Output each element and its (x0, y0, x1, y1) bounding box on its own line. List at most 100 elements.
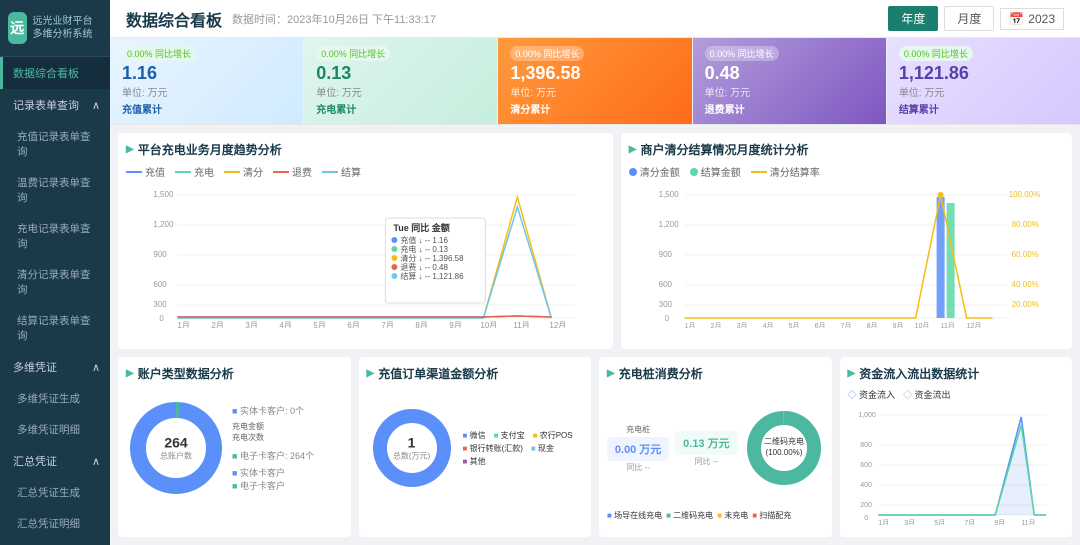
svg-text:4月: 4月 (762, 322, 773, 328)
svg-text:8月: 8月 (415, 321, 427, 328)
calendar-icon: 📅 (1009, 12, 1024, 26)
sidebar-app-title: 远光业财平台多维分析系统 (33, 15, 102, 41)
sidebar-item-records[interactable]: 记录表单查询 ∧ (0, 89, 110, 121)
stat-label-electric: 充电累计 (316, 101, 485, 116)
svg-text:1,200: 1,200 (153, 220, 174, 229)
chart4-center-value: 1 (393, 435, 430, 451)
chart1-legend: 充值 充电 清分 退费 结算 (126, 164, 605, 179)
chart-fund-flow: 资金流入流出数据统计 ◇ 资金流入 ◇ 资金流出 1,000 800 600 4… (840, 357, 1073, 537)
svg-text:1,000: 1,000 (858, 412, 876, 419)
sidebar-item-manage[interactable]: 管理明细表 ∨ (0, 539, 110, 545)
svg-text:600: 600 (153, 280, 167, 289)
svg-text:7月: 7月 (964, 519, 975, 525)
svg-text:60.00%: 60.00% (1011, 250, 1038, 259)
page-title: 数据综合看板 (126, 7, 222, 31)
svg-text:4月: 4月 (279, 321, 291, 328)
sidebar-item-summary-detail[interactable]: 汇总凭证明细 (0, 508, 110, 539)
svg-text:800: 800 (860, 442, 872, 449)
chart6-svg: 1,000 800 600 400 200 0 1月 3月 5月 (848, 405, 1065, 525)
svg-text:12月: 12月 (549, 321, 566, 328)
svg-text:5月: 5月 (313, 321, 325, 328)
stat-badge-electric: 0.00% 同比增长 (316, 46, 390, 61)
stat-unit-clear: 单位: 万元 (510, 84, 679, 99)
sidebar-item-voucher-gen[interactable]: 多维凭证生成 (0, 383, 110, 414)
chart3-title: 账户类型数据分析 (126, 365, 343, 382)
stat-refund: 0.00% 同比增长 0.48 单位: 万元 退费累计 (693, 38, 887, 124)
svg-text:6月: 6月 (347, 321, 359, 328)
chart3-center-value: 264 (160, 435, 192, 451)
sidebar-item-settle-records[interactable]: 结算记录表单查询 (0, 305, 110, 351)
sidebar-logo: 远 远光业财平台多维分析系统 (0, 0, 110, 57)
sidebar-item-recharge-records[interactable]: 充值记录表单查询 (0, 121, 110, 167)
sidebar-item-summary[interactable]: 汇总凭证 ∧ (0, 445, 110, 477)
sidebar-item-charge-records[interactable]: 充电记录表单查询 (0, 213, 110, 259)
svg-text:7月: 7月 (840, 322, 851, 328)
stat-badge-refund: 0.00% 同比增长 (705, 46, 779, 61)
sidebar-item-summary-gen[interactable]: 汇总凭证生成 (0, 477, 110, 508)
stat-settle: 0.00% 同比增长 1,121.86 单位: 万元 结算累计 (887, 38, 1080, 124)
header-subtitle: 数据时间：2023年10月26日 下午11:33:17 (232, 11, 436, 27)
tab-month[interactable]: 月度 (944, 6, 994, 31)
svg-text:1,200: 1,200 (658, 220, 679, 229)
sidebar-item-clear-records[interactable]: 清分记录表单查询 (0, 259, 110, 305)
svg-text:退费 ↓ -- 0.48: 退费 ↓ -- 0.48 (400, 262, 448, 272)
stat-electric: 0.00% 同比增长 0.13 单位: 万元 充电累计 (304, 38, 498, 124)
sidebar-item-dashboard[interactable]: 数据综合看板 (0, 57, 110, 89)
chart2-svg: 1,500 1,200 900 600 300 0 100.00% 80.00%… (629, 183, 1064, 328)
sidebar-item-voucher[interactable]: 多维凭证 ∧ (0, 351, 110, 383)
svg-text:9月: 9月 (994, 519, 1005, 525)
year-selector[interactable]: 📅 2023 (1000, 8, 1064, 30)
svg-text:2月: 2月 (211, 321, 223, 328)
svg-text:7月: 7月 (381, 321, 393, 328)
svg-text:900: 900 (658, 250, 672, 259)
svg-text:600: 600 (860, 462, 872, 469)
svg-text:900: 900 (153, 250, 167, 259)
svg-text:300: 300 (658, 300, 672, 309)
svg-text:20.00%: 20.00% (1011, 300, 1038, 309)
svg-text:11月: 11月 (513, 321, 529, 328)
stat-value-refund: 0.48 (705, 63, 874, 84)
svg-text:0: 0 (864, 515, 868, 522)
stat-badge-clear: 0.00% 同比增长 (510, 46, 584, 61)
charts-top-row: 平台充电业务月度趋势分析 充值 充电 清分 退费 结算 1,500 1,200 … (118, 133, 1072, 349)
stat-label-clear: 清分累计 (510, 101, 679, 116)
svg-text:100.00%: 100.00% (1008, 190, 1040, 199)
svg-text:9月: 9月 (892, 322, 903, 328)
chart2-title: 商户清分结算情况月度统计分析 (629, 141, 1064, 158)
stat-label-settle: 结算累计 (899, 101, 1068, 116)
svg-text:12月: 12月 (966, 322, 981, 328)
svg-text:10月: 10月 (914, 322, 929, 328)
header: 数据综合看板 数据时间：2023年10月26日 下午11:33:17 年度 月度… (110, 0, 1080, 38)
chart-account-type: 账户类型数据分析 264 总账户数 (118, 357, 351, 537)
svg-text:1月: 1月 (878, 519, 889, 525)
stat-value-clear: 1,396.58 (510, 63, 679, 84)
stat-recharge: 0.00% 同比增长 1.16 单位: 万元 充值累计 (110, 38, 304, 124)
svg-text:10月: 10月 (480, 321, 497, 328)
svg-text:结算 ↓ -- 1,121.86: 结算 ↓ -- 1,121.86 (400, 271, 464, 281)
stats-row: 0.00% 同比增长 1.16 单位: 万元 充值累计 0.00% 同比增长 0… (110, 38, 1080, 125)
chart5-donut: 二维码充电 (100.00%) (744, 403, 824, 493)
svg-text:11月: 11月 (1021, 519, 1035, 525)
sidebar-item-warm-records[interactable]: 温费记录表单查询 (0, 167, 110, 213)
svg-text:1,500: 1,500 (153, 190, 174, 199)
stat-value-recharge: 1.16 (122, 63, 196, 84)
stat-unit-recharge: 单位: 万元 (122, 84, 196, 99)
svg-text:11月: 11月 (940, 322, 954, 328)
svg-text:200: 200 (860, 502, 872, 509)
stat-unit-settle: 单位: 万元 (899, 84, 1068, 99)
tab-year[interactable]: 年度 (888, 6, 938, 31)
stat-badge-recharge: 0.00% 同比增长 (122, 46, 196, 61)
svg-text:600: 600 (658, 280, 672, 289)
svg-text:充电 ↓ -- 0.13: 充电 ↓ -- 0.13 (400, 244, 448, 254)
stat-label-recharge: 充值累计 (122, 101, 291, 116)
svg-text:300: 300 (153, 300, 167, 309)
stat-unit-electric: 单位: 万元 (316, 84, 485, 99)
sidebar-item-voucher-detail[interactable]: 多维凭证明细 (0, 414, 110, 445)
chart-recharge-channel: 充值订单渠道金额分析 1 总数(万元) ■ 微信 ■ 支付宝 (359, 357, 592, 537)
svg-text:清分 ↓ -- 1,396.58: 清分 ↓ -- 1,396.58 (400, 253, 464, 263)
svg-text:1月: 1月 (177, 321, 189, 328)
svg-text:6月: 6月 (814, 322, 825, 328)
chart3-center-label: 总账户数 (160, 451, 192, 462)
svg-text:40.00%: 40.00% (1011, 280, 1038, 289)
svg-text:Tue 同比 金额: Tue 同比 金额 (393, 222, 449, 233)
